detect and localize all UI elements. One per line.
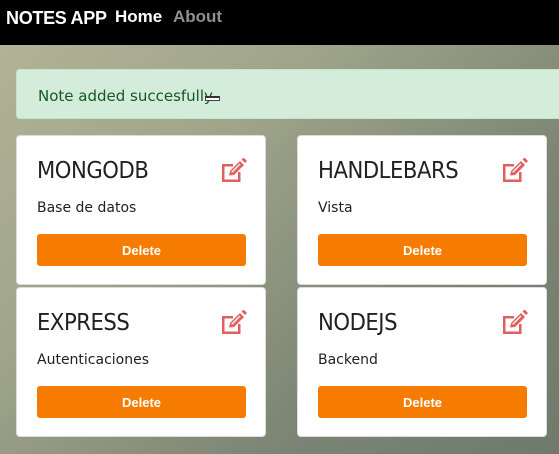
success-alert: Note added succesfully [16, 69, 559, 119]
delete-button[interactable]: Delete [37, 386, 246, 418]
note-description: Backend [318, 352, 378, 368]
edit-icon[interactable] [219, 157, 247, 184]
note-description: Base de datos [37, 200, 137, 216]
note-title: MONGODB [37, 158, 149, 184]
nav-link-about[interactable]: About [173, 7, 222, 27]
edit-icon[interactable] [219, 309, 247, 336]
brand-logo[interactable]: NOTES APP [6, 8, 107, 29]
note-card: NODEJS Backend Delete [297, 287, 547, 437]
close-icon[interactable] [205, 96, 220, 101]
note-description: Vista [318, 200, 353, 216]
note-card: MONGODB Base de datos Delete [16, 135, 266, 285]
note-title: EXPRESS [37, 310, 130, 336]
nav-link-home[interactable]: Home [115, 7, 162, 27]
note-title: HANDLEBARS [318, 158, 459, 184]
delete-button[interactable]: Delete [318, 234, 527, 266]
navbar: NOTES APP Home About [0, 0, 559, 45]
note-title: NODEJS [318, 310, 398, 336]
edit-icon[interactable] [500, 157, 528, 184]
alert-message: Note added succesfully [38, 87, 213, 105]
delete-button[interactable]: Delete [318, 386, 527, 418]
note-card: EXPRESS Autenticaciones Delete [16, 287, 266, 437]
note-card: HANDLEBARS Vista Delete [297, 135, 547, 285]
note-description: Autenticaciones [37, 352, 150, 368]
delete-button[interactable]: Delete [37, 234, 246, 266]
edit-icon[interactable] [500, 309, 528, 336]
